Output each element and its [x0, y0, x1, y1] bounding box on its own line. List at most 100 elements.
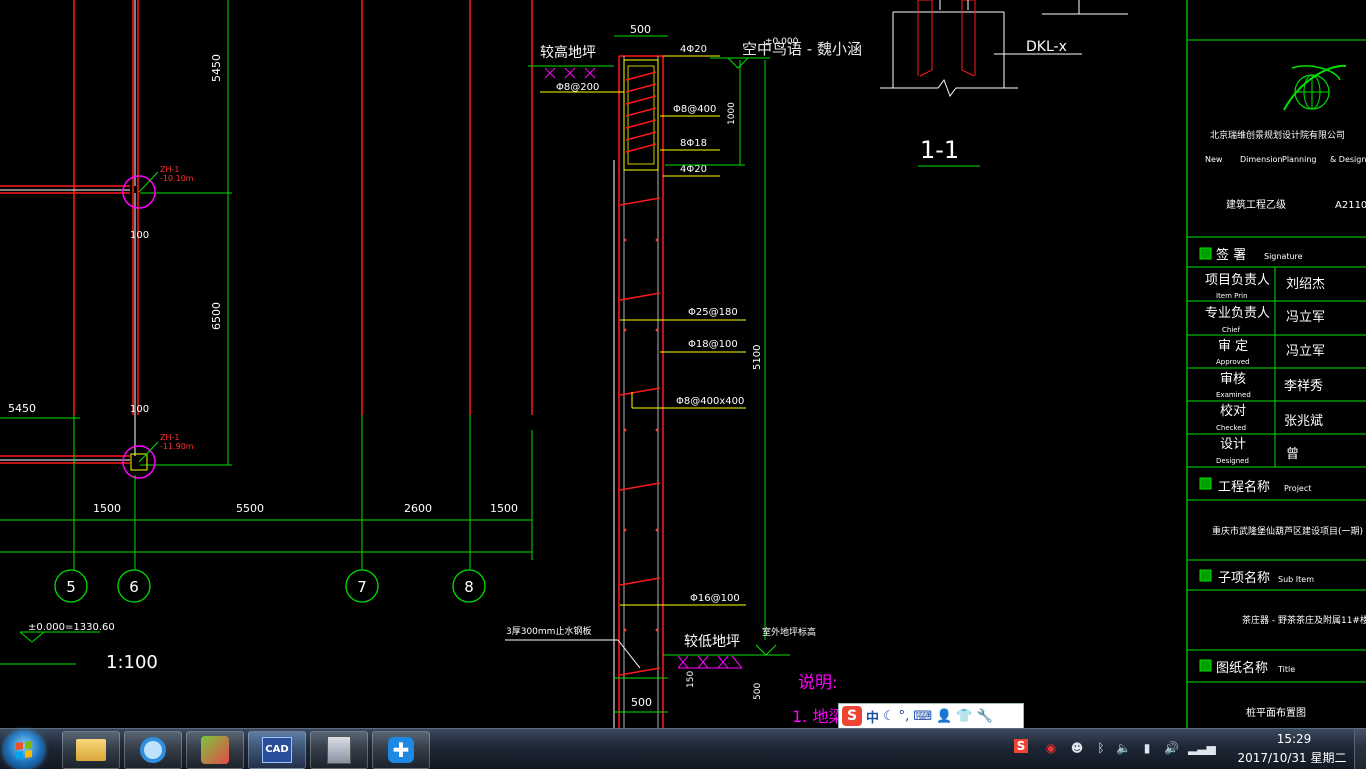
- dim-1500-a: 1500: [93, 502, 121, 515]
- browser-icon: [140, 737, 166, 763]
- dim-1000: 1000: [727, 102, 737, 125]
- pile-elev-top: -10.10m: [160, 174, 194, 183]
- windows-logo-icon: [16, 741, 32, 759]
- signature-cn: 签 署: [1216, 247, 1246, 263]
- project-name: 重庆市武隆堡仙葫芦区建设项目(一期): [1212, 525, 1363, 537]
- netease-tray-icon[interactable]: ◉: [1044, 741, 1058, 755]
- pile-label-bottom: ZH-1: [160, 433, 179, 442]
- moon-icon[interactable]: ☾: [883, 709, 895, 724]
- show-desktop-button[interactable]: [1354, 729, 1366, 769]
- qq-tray-icon[interactable]: ☻: [1070, 741, 1084, 755]
- subitem-en: Sub Item: [1278, 575, 1314, 584]
- drawing-scale: 1:100: [106, 652, 158, 673]
- subitem-name: 茶庄器 - 野茶茶庄及附属11#楼: [1242, 614, 1366, 626]
- row-cn-2: 审 定: [1218, 339, 1248, 354]
- row-name-5: 曾: [1286, 447, 1299, 462]
- sogou-logo-icon[interactable]: S: [842, 706, 862, 726]
- section-1-1-title: 1-1: [920, 136, 959, 164]
- row-name-3: 李祥秀: [1284, 379, 1323, 394]
- row-cn-1: 专业负责人: [1205, 306, 1270, 321]
- taskbar-cad[interactable]: CAD: [248, 731, 306, 769]
- reinf-18: Φ18@100: [688, 339, 738, 350]
- company-en-4: & Design: [1330, 155, 1366, 164]
- cad-canvas[interactable]: 5450 6500 100 100 5450 ZH-1 -10.10m ZH-1…: [0, 0, 1366, 728]
- dim-150: 150: [686, 671, 696, 688]
- project-cn: 工程名称: [1218, 479, 1270, 495]
- taskbar: CAD ✚ S ◉ ☻ ᛒ 🔈 ▮ 🔊 ▂▃▅ 15:29 2017/10/31…: [0, 728, 1366, 769]
- ime-mode-toggle[interactable]: 中: [866, 707, 879, 726]
- elevation-mark: ±0.000=1330.60: [28, 622, 115, 633]
- dim-100-top: 100: [130, 230, 149, 241]
- reinf-25: Φ25@180: [688, 307, 738, 318]
- dim-left-5450: 5450: [8, 402, 36, 415]
- user-icon[interactable]: 👤: [936, 709, 952, 724]
- waterstop-label: 3厚300mm止水钢板: [506, 625, 591, 637]
- dim-100-bottom: 100: [130, 404, 149, 415]
- axis-8: 8: [464, 578, 474, 596]
- clock-date[interactable]: 2017/10/31 星期二: [1232, 749, 1352, 766]
- dkl-label: DKL-x: [1026, 39, 1067, 55]
- row-name-4: 张兆斌: [1284, 414, 1323, 429]
- row-en-3: Examined: [1216, 391, 1251, 399]
- dim-6500-vertical: 6500: [210, 302, 223, 330]
- volume-icon[interactable]: 🔊: [1164, 741, 1179, 755]
- company-name: 北京瑞维创景规划设计院有限公司: [1210, 129, 1345, 141]
- taskbar-search-app[interactable]: [186, 731, 244, 769]
- dim-1500-b: 1500: [490, 502, 518, 515]
- start-button[interactable]: [4, 731, 44, 769]
- speaker-mute-icon[interactable]: 🔈: [1116, 741, 1131, 755]
- network-icon[interactable]: ▂▃▅: [1188, 741, 1216, 755]
- pile-label-top: ZH-1: [160, 165, 179, 174]
- reinf-8-400: Φ8@400x400: [676, 396, 744, 407]
- folder-icon: [76, 739, 106, 761]
- watermark-text: 空中鸟语 - 魏小涵: [742, 40, 862, 58]
- plus-app-icon: ✚: [388, 737, 414, 763]
- reinf-16: Φ16@100: [690, 593, 740, 604]
- taskbar-explorer[interactable]: [62, 731, 120, 769]
- section-width-top: 500: [630, 23, 651, 36]
- pile-elev-bottom: -11.90m: [160, 442, 194, 451]
- qualification: 建筑工程乙级: [1226, 198, 1286, 211]
- title-cn: 图纸名称: [1216, 660, 1268, 676]
- row-en-0: Item Prin: [1216, 292, 1248, 300]
- keyboard-icon[interactable]: ⌨: [913, 709, 932, 724]
- clock-time[interactable]: 15:29: [1262, 732, 1326, 746]
- taskbar-app[interactable]: ✚: [372, 731, 430, 769]
- bluetooth-icon[interactable]: ᛒ: [1094, 741, 1108, 755]
- sogou-tray-icon[interactable]: S: [1014, 739, 1028, 753]
- search-app-icon: [201, 736, 229, 764]
- calculator-icon: [327, 736, 351, 764]
- taskbar-calculator[interactable]: [310, 731, 368, 769]
- row-cn-4: 校对: [1220, 403, 1246, 419]
- skin-icon[interactable]: 👕: [956, 709, 972, 724]
- cad-drawing-area[interactable]: 5450 6500 100 100 5450 ZH-1 -10.10m ZH-1…: [0, 0, 1366, 728]
- punctuation-toggle[interactable]: °,: [899, 709, 910, 724]
- ime-toolbar[interactable]: S 中 ☾ °, ⌨ 👤 👕 🔧: [838, 703, 1024, 729]
- row-name-0: 刘绍杰: [1286, 277, 1325, 292]
- dim-5100: 5100: [752, 345, 763, 370]
- row-name-1: 冯立军: [1286, 310, 1325, 325]
- subitem-cn: 子项名称: [1218, 570, 1270, 586]
- row-en-1: Chief: [1222, 326, 1241, 334]
- cad-icon: CAD: [262, 737, 292, 763]
- high-floor-label: 较高地坪: [540, 44, 596, 61]
- dim-2600: 2600: [404, 502, 432, 515]
- company-en-2: Dimension: [1240, 155, 1283, 164]
- section-width-bottom: 500: [631, 696, 652, 709]
- reinf-side-label: 8Φ18: [680, 138, 707, 149]
- taskbar-browser[interactable]: [124, 731, 182, 769]
- usb-icon[interactable]: ▮: [1140, 741, 1154, 755]
- reinf-top-label: 4Φ20: [680, 44, 707, 55]
- axis-5: 5: [66, 578, 76, 596]
- axis-7: 7: [357, 578, 367, 596]
- axis-6: 6: [129, 578, 139, 596]
- project-en: Project: [1284, 484, 1311, 493]
- title-en: Title: [1277, 665, 1295, 674]
- row-cn-3: 审核: [1220, 372, 1246, 387]
- row-en-2: Approved: [1216, 358, 1250, 366]
- company-en-1: New: [1205, 155, 1223, 164]
- outdoor-floor-label: 室外地坪标高: [762, 626, 816, 638]
- row-en-5: Designed: [1216, 457, 1249, 465]
- signature-en: Signature: [1264, 252, 1303, 261]
- settings-wrench-icon[interactable]: 🔧: [976, 709, 992, 724]
